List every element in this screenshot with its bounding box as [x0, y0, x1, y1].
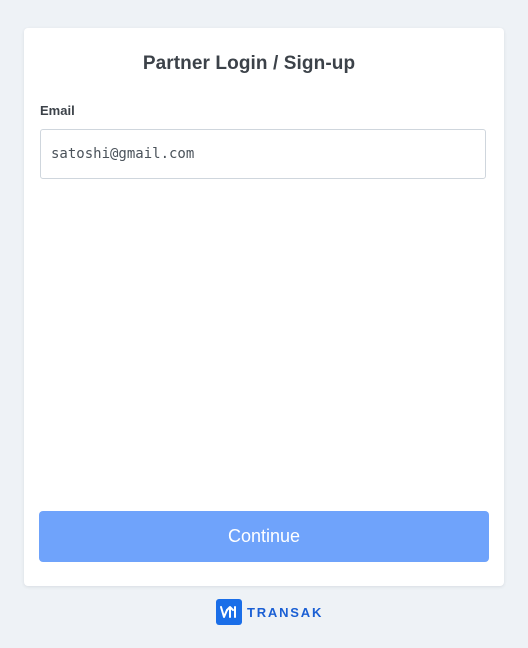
- email-field[interactable]: [40, 129, 486, 179]
- email-label: Email: [40, 103, 75, 118]
- continue-button[interactable]: Continue: [39, 511, 489, 562]
- brand-footer: TRANSAK: [216, 599, 323, 625]
- brand-name: TRANSAK: [247, 604, 324, 620]
- page-title: Partner Login / Sign-up: [142, 53, 356, 74]
- transak-logo-icon: [216, 599, 242, 625]
- login-card: Partner Login / Sign-up Email Continue: [24, 28, 504, 586]
